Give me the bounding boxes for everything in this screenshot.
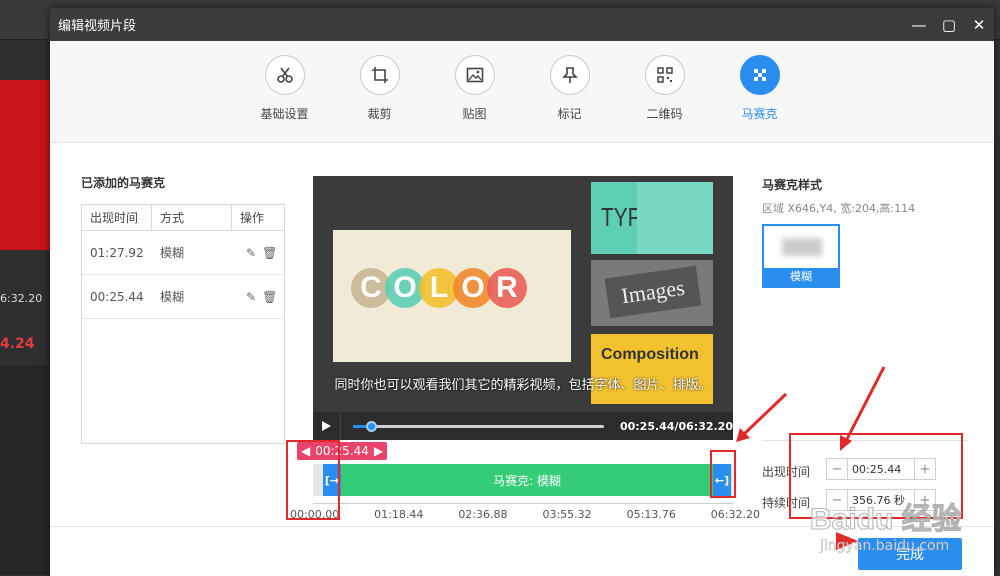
background-preview xyxy=(0,80,50,250)
typ-text: TYP xyxy=(601,202,642,232)
tab-basic-settings[interactable]: 基础设置 xyxy=(252,55,317,142)
tick-label: 03:55.32 xyxy=(542,508,592,521)
annotation-arrow xyxy=(736,392,788,442)
annotation-box xyxy=(710,450,736,498)
image-icon xyxy=(454,55,495,95)
feature-toolbar: 基础设置 裁剪 贴图 标记 二维码 马赛克 xyxy=(50,41,994,143)
video-preview[interactable]: COLOR TYP Images Composition 同时你也可以观看我们其… xyxy=(313,176,733,440)
tab-label: 基础设置 xyxy=(260,107,309,121)
list-item[interactable]: 00:25.44 模糊 ✎ 🗑 xyxy=(82,275,284,319)
composition-text: Composition xyxy=(601,346,699,363)
tick-label: 06:32.20 xyxy=(710,508,760,521)
timeline-ticks: 00:00.00 01:18.44 02:36.88 03:55.32 05:1… xyxy=(290,508,760,521)
header-action: 操作 xyxy=(240,211,265,225)
tab-mosaic[interactable]: 马赛克 xyxy=(727,55,792,142)
play-icon xyxy=(322,421,332,431)
edit-icon[interactable]: ✎ xyxy=(246,246,256,260)
mosaic-region[interactable] xyxy=(637,182,713,254)
seek-knob[interactable] xyxy=(365,420,377,432)
item-actions: ✎ 🗑 xyxy=(232,290,284,304)
timeline-ruler xyxy=(313,500,733,504)
watermark-url: jingyan.baidu.com xyxy=(820,538,950,555)
images-card: Images xyxy=(591,260,713,326)
tick-label: 02:36.88 xyxy=(458,508,508,521)
tick-label: 01:18.44 xyxy=(374,508,424,521)
item-time: 01:27.92 xyxy=(90,245,144,260)
tab-crop[interactable]: 裁剪 xyxy=(347,55,412,142)
tab-label: 标记 xyxy=(557,107,582,121)
video-time: 00:25.44/06:32.20 xyxy=(619,419,733,433)
mosaic-list: 出现时间 方式 操作 01:27.92 模糊 ✎ 🗑 00:25.44 模糊 ✎… xyxy=(81,204,285,444)
background-tracks xyxy=(0,365,50,575)
images-text: Images xyxy=(604,265,702,319)
pin-icon xyxy=(549,55,590,95)
background-time: 6:32.20 xyxy=(0,292,43,305)
maximize-icon[interactable]: ▢ xyxy=(934,8,964,41)
style-caption: 模糊 xyxy=(764,268,838,286)
scissors-icon xyxy=(264,55,305,95)
trash-icon[interactable]: 🗑 xyxy=(262,246,277,260)
tick-label: 05:13.76 xyxy=(626,508,676,521)
item-time: 00:25.44 xyxy=(90,289,144,304)
edit-icon[interactable]: ✎ xyxy=(246,290,256,304)
composition-card: Composition xyxy=(591,334,713,404)
tab-label: 贴图 xyxy=(462,107,487,121)
qrcode-icon xyxy=(644,55,685,95)
tab-mark[interactable]: 标记 xyxy=(537,55,602,142)
header-mode: 方式 xyxy=(152,205,232,230)
watermark-logo: Baidu 经验 xyxy=(810,503,963,537)
video-subtitle: 同时你也可以观看我们其它的精彩视频，包括字体、图片、排版。 xyxy=(334,378,712,393)
mosaic-style-title: 马赛克样式 xyxy=(762,178,823,192)
mosaic-segment[interactable]: 马赛克: 模糊 xyxy=(323,464,731,496)
tab-label: 二维码 xyxy=(646,107,683,121)
item-actions: ✎ 🗑 xyxy=(232,246,284,260)
seek-bar[interactable] xyxy=(352,420,604,432)
edit-clip-dialog: 编辑视频片段 — ▢ ✕ 基础设置 裁剪 贴图 标记 二维码 马赛克 已添加的马… xyxy=(50,8,994,576)
header-time: 出现时间 xyxy=(82,205,152,230)
tab-qrcode[interactable]: 二维码 xyxy=(632,55,697,142)
mosaic-icon xyxy=(739,55,780,95)
player-controls: 00:25.44/06:32.20 xyxy=(313,412,733,440)
timeline-track: 马赛克: 模糊 [→ ←] xyxy=(313,464,733,496)
dialog-title: 编辑视频片段 xyxy=(58,19,137,34)
play-button[interactable] xyxy=(313,412,341,440)
mosaic-list-title: 已添加的马赛克 xyxy=(81,176,166,190)
blur-preview xyxy=(782,238,822,256)
tab-sticker[interactable]: 贴图 xyxy=(442,55,507,142)
close-icon[interactable]: ✕ xyxy=(964,8,994,41)
color-rings: COLOR xyxy=(351,268,527,308)
list-header: 出现时间 方式 操作 xyxy=(82,205,284,231)
tag-right-icon[interactable]: ▶ xyxy=(374,444,383,458)
annotation-arrow xyxy=(840,366,886,451)
mosaic-region-info: 区域 X646,Y4, 宽:204,高:114 xyxy=(762,202,916,215)
crop-icon xyxy=(359,55,400,95)
list-item[interactable]: 01:27.92 模糊 ✎ 🗑 xyxy=(82,231,284,275)
trash-icon[interactable]: 🗑 xyxy=(262,290,277,304)
color-card: COLOR xyxy=(333,230,571,362)
dialog-titlebar: 编辑视频片段 — ▢ ✕ xyxy=(50,8,994,41)
item-mode: 模糊 xyxy=(160,246,185,260)
tab-label: 马赛克 xyxy=(741,107,778,121)
color-ring-letter: R xyxy=(487,268,527,308)
mosaic-style-blur[interactable]: 模糊 xyxy=(762,224,840,288)
background-right-strip xyxy=(994,40,1000,576)
item-mode: 模糊 xyxy=(160,290,185,304)
background-number: 4.24 xyxy=(0,336,35,352)
typ-card: TYP xyxy=(591,182,713,254)
segment-label: 马赛克: 模糊 xyxy=(493,473,561,488)
annotation-box xyxy=(286,440,340,520)
tab-label: 裁剪 xyxy=(367,107,392,121)
minimize-icon[interactable]: — xyxy=(904,8,934,41)
